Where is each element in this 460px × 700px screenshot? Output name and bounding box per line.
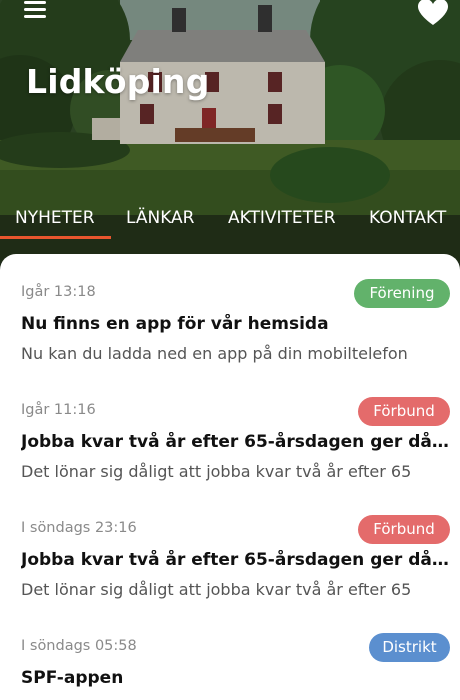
news-title: Nu finns en app för vår hemsida	[21, 314, 329, 334]
news-timestamp: Igår 11:16	[21, 402, 96, 418]
tab-lankar[interactable]: LÄNKAR	[126, 208, 195, 238]
menu-button[interactable]	[22, 0, 50, 24]
tab-nyheter[interactable]: NYHETER	[15, 208, 95, 238]
hamburger-menu-icon	[24, 8, 46, 11]
news-item[interactable]: I söndags 23:16 Förbund Jobba kvar två å…	[0, 490, 460, 608]
hamburger-menu-icon	[24, 1, 46, 4]
tab-kontakt[interactable]: KONTAKT	[369, 208, 446, 238]
heart-icon	[418, 0, 448, 25]
news-timestamp: Igår 13:18	[21, 284, 96, 300]
category-badge: Förbund	[358, 397, 450, 426]
hero-header: Lidköping NYHETER LÄNKAR AKTIVITETER KON…	[0, 0, 460, 262]
news-excerpt: Nu kan du ladda ned en app på din mobilt…	[21, 344, 408, 363]
news-excerpt: Det lönar sig dåligt att jobba kvar två …	[21, 462, 412, 481]
category-badge: Förening	[354, 279, 450, 308]
news-timestamp: I söndags 23:16	[21, 520, 137, 536]
news-title: Jobba kvar två år efter 65-årsdagen ger …	[21, 432, 449, 452]
favorite-button[interactable]	[418, 0, 448, 26]
news-list: Igår 13:18 Förening Nu finns en app för …	[0, 254, 460, 700]
active-tab-indicator	[0, 236, 111, 239]
category-badge: Distrikt	[369, 633, 450, 662]
news-item[interactable]: I söndags 05:58 Distrikt SPF-appen	[0, 608, 460, 700]
news-timestamp: I söndags 05:58	[21, 638, 137, 654]
tab-aktiviteter[interactable]: AKTIVITETER	[228, 208, 336, 238]
hamburger-menu-icon	[24, 15, 46, 18]
page-title: Lidköping	[26, 62, 210, 101]
news-title: SPF-appen	[21, 668, 124, 688]
news-title: Jobba kvar två år efter 65-årsdagen ger …	[21, 550, 449, 570]
category-badge: Förbund	[358, 515, 450, 544]
news-item[interactable]: Igår 11:16 Förbund Jobba kvar två år eft…	[0, 372, 460, 490]
news-item[interactable]: Igår 13:18 Förening Nu finns en app för …	[0, 254, 460, 372]
news-excerpt: Det lönar sig dåligt att jobba kvar två …	[21, 580, 412, 599]
